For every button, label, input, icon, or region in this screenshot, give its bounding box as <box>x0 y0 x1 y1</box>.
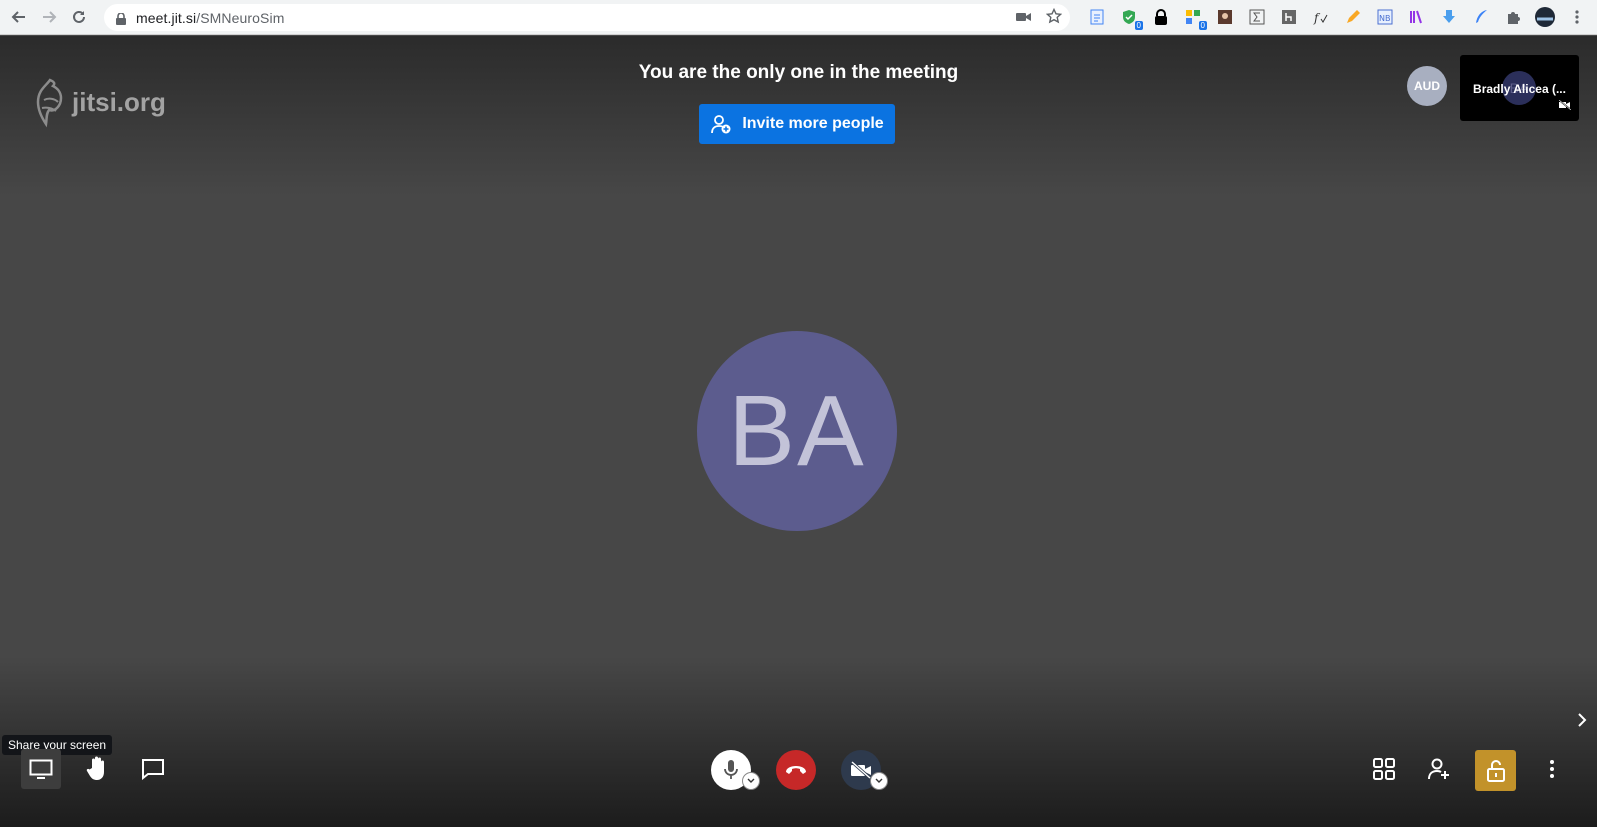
url-text: meet.jit.si/SMNeuroSim <box>136 9 285 26</box>
browser-toolbar: meet.jit.si/SMNeuroSim 0 0 f NB <box>0 0 1597 35</box>
profile-avatar-icon[interactable] <box>1533 5 1557 29</box>
download-icon[interactable] <box>1437 5 1461 29</box>
desktop-icon <box>29 759 53 779</box>
microphone-icon <box>724 760 738 779</box>
hangup-button[interactable] <box>776 750 816 790</box>
unlock-icon <box>1486 759 1505 782</box>
camera-blocked-icon[interactable] <box>1016 10 1032 28</box>
add-person-icon <box>1428 758 1449 780</box>
add-person-icon <box>711 115 731 134</box>
grid-icon <box>1373 758 1395 780</box>
bottom-gradient <box>0 657 1597 827</box>
invite-label: Invite more people <box>742 115 884 132</box>
ext-badge: 0 <box>1134 21 1143 30</box>
video-off-icon <box>1558 97 1572 115</box>
puzzle-color-icon[interactable]: 0 <box>1181 5 1207 30</box>
svg-text:NB: NB <box>1379 14 1390 23</box>
kebab-icon <box>1550 760 1554 778</box>
shield-check-icon[interactable]: 0 <box>1117 5 1143 30</box>
invite-more-people-button[interactable]: Invite more people <box>699 104 895 144</box>
local-video-thumbnail[interactable]: BA Bradly Alicea (... <box>1460 55 1579 121</box>
hangup-icon <box>786 766 806 774</box>
meeting-notice: You are the only one in the meeting <box>638 62 959 83</box>
kebab-menu-icon[interactable] <box>1565 5 1589 29</box>
svg-text:f: f <box>1313 11 1321 25</box>
chevron-right-icon[interactable] <box>1576 712 1588 728</box>
portrait-icon[interactable] <box>1213 5 1237 29</box>
address-bar[interactable]: meet.jit.si/SMNeuroSim <box>104 4 1070 31</box>
chat-icon <box>142 759 164 780</box>
nb-icon[interactable]: NB <box>1373 5 1397 29</box>
audio-options-chevron-down-icon[interactable] <box>742 772 760 790</box>
chat-button[interactable] <box>133 749 173 789</box>
h-icon[interactable] <box>1277 5 1301 29</box>
ext-badge: 0 <box>1198 21 1207 30</box>
hand-icon <box>86 756 104 780</box>
invite-button[interactable] <box>1419 749 1459 789</box>
forward-icon[interactable] <box>34 2 64 32</box>
bookmark-star-icon[interactable] <box>1045 7 1063 29</box>
puzzle-icon[interactable] <box>1501 5 1525 29</box>
participant-avatar: BA <box>697 331 897 531</box>
doc-icon[interactable] <box>1085 5 1109 29</box>
more-options-button[interactable] <box>1532 749 1572 789</box>
lock-icon <box>116 11 126 25</box>
tile-view-button[interactable] <box>1364 749 1404 789</box>
extensions-bar: 0 0 f NB <box>1085 5 1589 30</box>
reload-icon[interactable] <box>64 2 94 32</box>
thumbnail-name: Bradly Alicea (... <box>1473 82 1566 96</box>
meeting-stage: jitsi.org You are the only one in the me… <box>0 36 1597 827</box>
raise-hand-button[interactable] <box>77 749 117 789</box>
back-icon[interactable] <box>4 2 34 32</box>
video-options-chevron-down-icon[interactable] <box>870 772 888 790</box>
fx-icon[interactable]: f <box>1309 5 1333 29</box>
library-icon[interactable] <box>1405 5 1429 29</box>
security-options-button[interactable] <box>1475 750 1516 791</box>
lock-ext-icon[interactable] <box>1149 5 1173 29</box>
video-off-toggle-icon <box>851 760 871 780</box>
pencil-icon[interactable] <box>1341 5 1365 29</box>
aud-avatar[interactable]: AUD <box>1407 66 1447 106</box>
sigma-icon[interactable] <box>1245 5 1269 29</box>
quill-icon[interactable] <box>1469 5 1493 29</box>
logo-text: jitsi.org <box>72 86 166 117</box>
share-screen-button[interactable] <box>21 749 61 789</box>
